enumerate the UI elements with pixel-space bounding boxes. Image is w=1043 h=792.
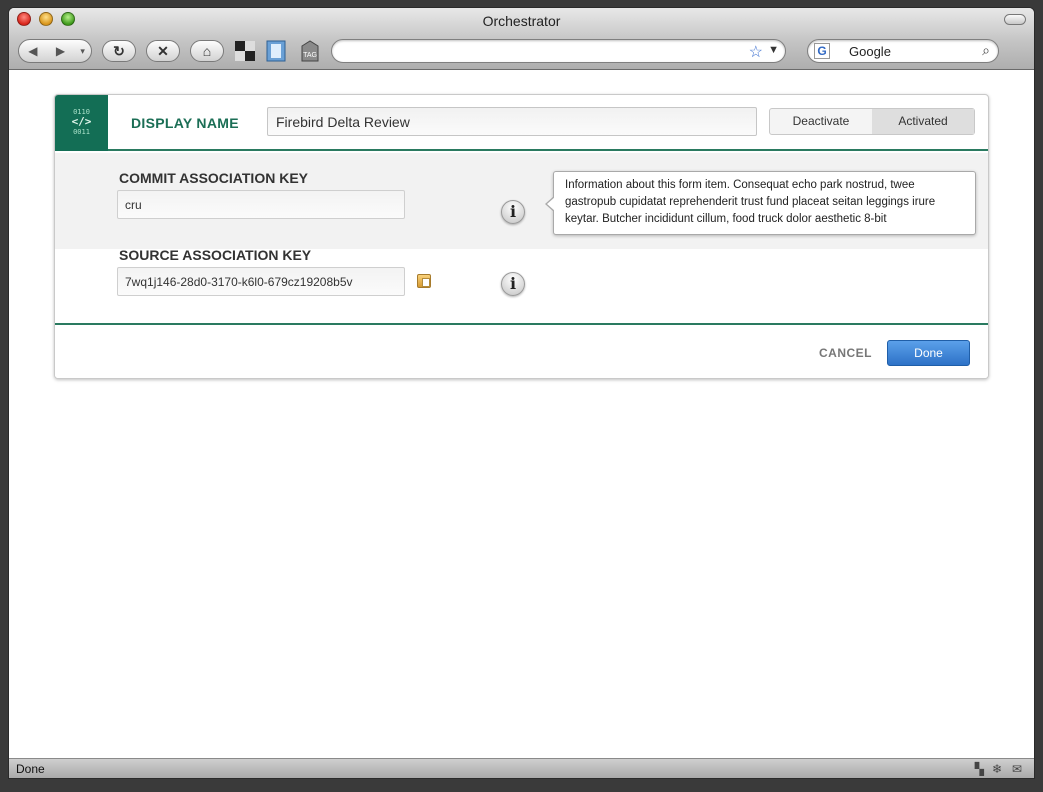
address-bar[interactable]: ☆ ▼: [331, 39, 786, 63]
commit-key-input[interactable]: cru: [117, 190, 405, 219]
search-field[interactable]: G Google ⌕: [807, 39, 999, 63]
window-title: Orchestrator: [482, 13, 561, 29]
deactivate-option[interactable]: Deactivate: [770, 109, 872, 134]
info-icon[interactable]: i: [501, 272, 525, 296]
search-placeholder: Google: [849, 44, 891, 59]
forward-icon[interactable]: ▶: [47, 44, 75, 58]
star-icon[interactable]: ☆: [749, 42, 763, 62]
logo-text-bottom: 0011: [73, 128, 90, 136]
display-name-label: DISPLAY NAME: [131, 115, 239, 131]
toolbar-toggle-button[interactable]: [1004, 14, 1026, 25]
back-forward-group: ◀ ▶ ▾: [18, 39, 92, 63]
history-dropdown-icon[interactable]: ▾: [74, 46, 91, 57]
info-tooltip: Information about this form item. Conseq…: [545, 171, 976, 235]
mail-icon[interactable]: ✉: [1012, 762, 1022, 776]
chevron-down-icon[interactable]: ▼: [768, 44, 779, 56]
cancel-button[interactable]: CANCEL: [819, 346, 872, 360]
source-key-input[interactable]: 7wq1j146-28d0-3170-k6l0-679cz19208b5v: [117, 267, 405, 296]
commit-key-row: COMMIT ASSOCIATION KEY cru i Information…: [55, 153, 988, 249]
tag-icon[interactable]: TAG: [299, 40, 321, 62]
reload-icon[interactable]: ↻: [102, 40, 136, 62]
grid-icon[interactable]: [234, 40, 256, 62]
home-icon[interactable]: ⌂: [190, 40, 224, 62]
activated-option[interactable]: Activated: [872, 109, 974, 134]
copy-icon[interactable]: [417, 274, 431, 288]
search-icon[interactable]: ⌕: [982, 42, 990, 59]
browser-chrome: Orchestrator ◀ ▶ ▾ ↻ ✕ ⌂ TAG ☆ ▼ G Googl…: [9, 8, 1034, 70]
source-key-label: SOURCE ASSOCIATION KEY: [119, 247, 312, 263]
status-text: Done: [16, 762, 45, 776]
done-button[interactable]: Done: [887, 340, 970, 366]
form-card: 0110 </> 0011 DISPLAY NAME Firebird Delt…: [54, 94, 989, 379]
google-icon[interactable]: G: [814, 43, 830, 59]
card-footer: CANCEL Done: [55, 325, 988, 378]
svg-text:TAG: TAG: [303, 52, 317, 59]
browser-window: Orchestrator ◀ ▶ ▾ ↻ ✕ ⌂ TAG ☆ ▼ G Googl…: [9, 8, 1034, 778]
activation-toggle: Deactivate Activated: [769, 108, 975, 135]
stop-icon[interactable]: ✕: [146, 40, 180, 62]
card-header: 0110 </> 0011 DISPLAY NAME Firebird Delt…: [55, 95, 988, 151]
info-icon[interactable]: i: [501, 200, 525, 224]
commit-key-label: COMMIT ASSOCIATION KEY: [119, 170, 308, 186]
logo-text-mid: </>: [71, 115, 92, 128]
snowflake-icon[interactable]: ❄: [992, 762, 1002, 776]
bookmark-icon[interactable]: [265, 40, 287, 62]
grid-icon[interactable]: ▚: [975, 762, 984, 776]
code-logo-icon: 0110 </> 0011: [55, 95, 108, 151]
display-name-input[interactable]: Firebird Delta Review: [267, 107, 757, 136]
back-icon[interactable]: ◀: [19, 44, 47, 58]
source-key-row: SOURCE ASSOCIATION KEY 7wq1j146-28d0-317…: [55, 247, 988, 325]
status-bar: Done ▚ ❄ ✉: [9, 758, 1034, 778]
